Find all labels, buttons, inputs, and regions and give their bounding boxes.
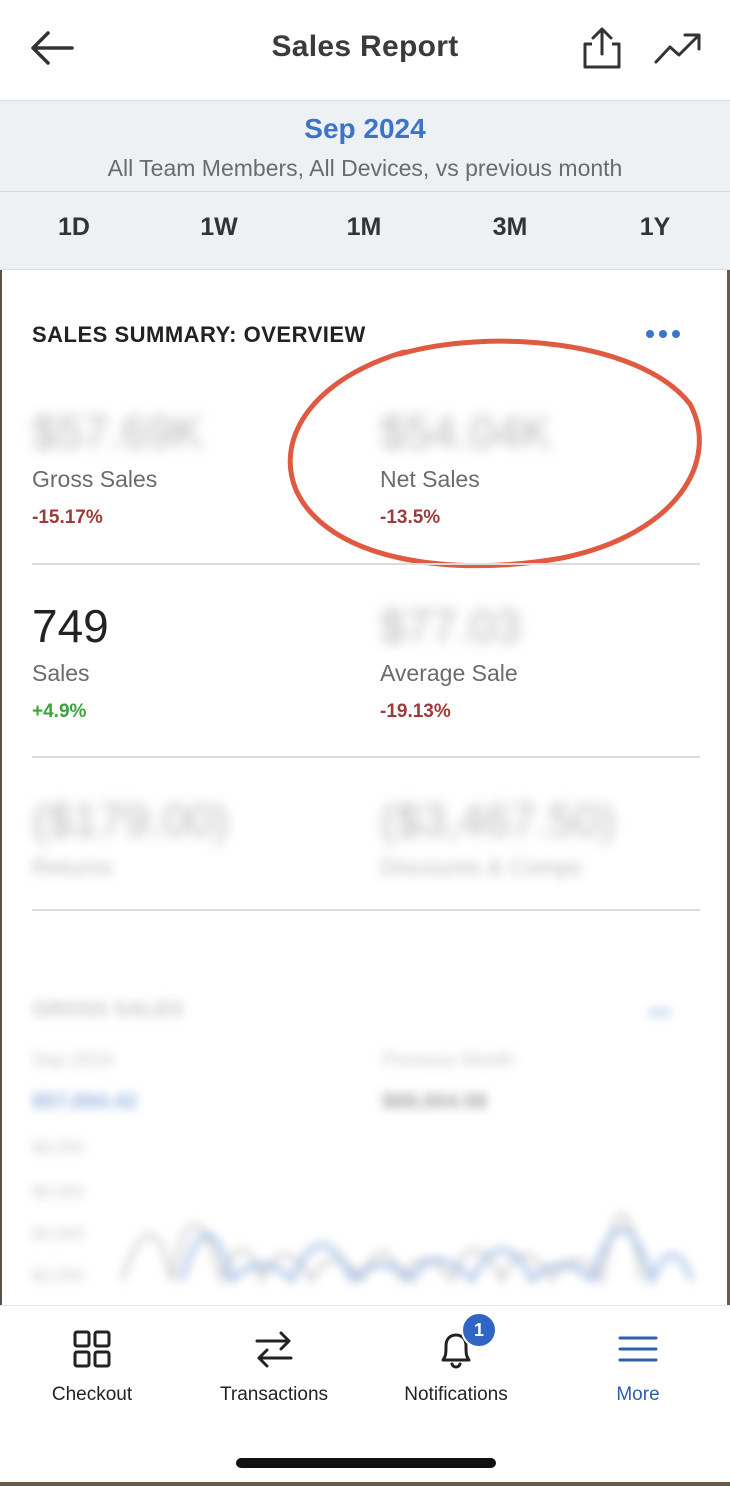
metric-value: $77.03: [380, 600, 521, 652]
metric-change: -19.13%: [380, 701, 451, 722]
metric-discounts[interactable]: ($3,467.50) Discounts & Comps: [380, 792, 615, 881]
dot: [672, 330, 680, 338]
range-tabs: 1D 1W 1M 3M 1Y: [0, 193, 730, 269]
metric-label: Discounts & Comps: [380, 854, 582, 880]
nav-item-more[interactable]: More: [553, 1326, 723, 1406]
metric-change: +4.9%: [32, 701, 87, 722]
section-title: SALES SUMMARY: OVERVIEW: [32, 322, 366, 347]
nav-item-notifications[interactable]: 1 Notifications: [371, 1312, 541, 1406]
section-heading: GROSS SALES: [32, 998, 184, 1021]
filter-band: Sep 2024 All Team Members, All Devices, …: [0, 100, 730, 270]
filter-description[interactable]: All Team Members, All Devices, vs previo…: [0, 155, 730, 182]
metric-change: -13.5%: [380, 507, 441, 528]
metric-label: Net Sales: [380, 466, 480, 492]
nav-item-transactions[interactable]: Transactions: [189, 1326, 359, 1406]
range-tab-1d[interactable]: 1D: [34, 213, 114, 242]
metric-label: Average Sale: [380, 660, 518, 686]
more-options-icon[interactable]: •••: [648, 1000, 671, 1026]
swap-arrows-icon: [251, 1326, 297, 1372]
metric-label: Returns: [32, 854, 113, 880]
frame-edge: [0, 1482, 730, 1486]
metric-gross-sales[interactable]: $57.69K Gross Sales -15.17%: [32, 404, 203, 529]
share-icon: [583, 27, 621, 69]
divider: [0, 191, 730, 192]
nav-item-checkout[interactable]: Checkout: [7, 1326, 177, 1406]
metric-average-sale[interactable]: $77.03 Average Sale -19.13%: [380, 598, 521, 723]
range-tab-1w[interactable]: 1W: [179, 213, 259, 242]
metric-value: ($179.00): [32, 794, 229, 846]
grid-icon: [69, 1326, 115, 1372]
previous-period-label: Previous Month: [382, 1050, 515, 1071]
metric-value: ($3,467.50): [380, 794, 616, 846]
trending-up-icon: [654, 33, 701, 64]
nav-label: Checkout: [51, 1384, 133, 1405]
home-indicator[interactable]: [236, 1458, 496, 1468]
metric-value: $54.04K: [380, 406, 552, 458]
hamburger-menu-icon: [615, 1326, 661, 1372]
current-period-label: Sep 2024: [32, 1050, 114, 1071]
app-header: Sales Report: [0, 0, 730, 100]
nav-label: Transactions: [219, 1384, 329, 1405]
nav-label: More: [616, 1384, 660, 1405]
divider: [32, 563, 700, 565]
metric-value: $57.69K: [32, 406, 204, 458]
notification-badge: 1: [461, 1312, 497, 1348]
range-tab-3m[interactable]: 3M: [470, 213, 550, 242]
metric-change: -15.17%: [32, 507, 103, 528]
gross-sales-section: GROSS SALES ••• Sep 2024 Previous Month …: [0, 960, 730, 1305]
metric-returns[interactable]: ($179.00) Returns: [32, 792, 229, 881]
metric-value: 749: [32, 600, 109, 652]
nav-label: Notifications: [404, 1384, 508, 1405]
range-tab-1m[interactable]: 1M: [324, 213, 404, 242]
divider: [32, 756, 700, 758]
divider: [32, 909, 700, 911]
metric-label: Sales: [32, 660, 90, 686]
metric-sales-count[interactable]: 749 Sales +4.9%: [32, 598, 109, 723]
current-amount: $57,694.42: [32, 1090, 138, 1113]
chart-line-previous: [120, 1213, 644, 1286]
metric-label: Gross Sales: [32, 466, 158, 492]
period-selector[interactable]: Sep 2024: [0, 113, 730, 145]
dot: [659, 330, 667, 338]
bell-icon: 1: [433, 1312, 497, 1372]
trend-button[interactable]: [652, 28, 704, 68]
range-tab-1y[interactable]: 1Y: [615, 213, 695, 242]
more-options-button[interactable]: [640, 320, 686, 350]
dot: [646, 330, 654, 338]
gross-sales-chart: [120, 1213, 694, 1287]
share-button[interactable]: [578, 24, 626, 72]
previous-amount: $68,004.58: [382, 1090, 488, 1113]
metric-net-sales[interactable]: $54.04K Net Sales -13.5%: [380, 404, 551, 529]
